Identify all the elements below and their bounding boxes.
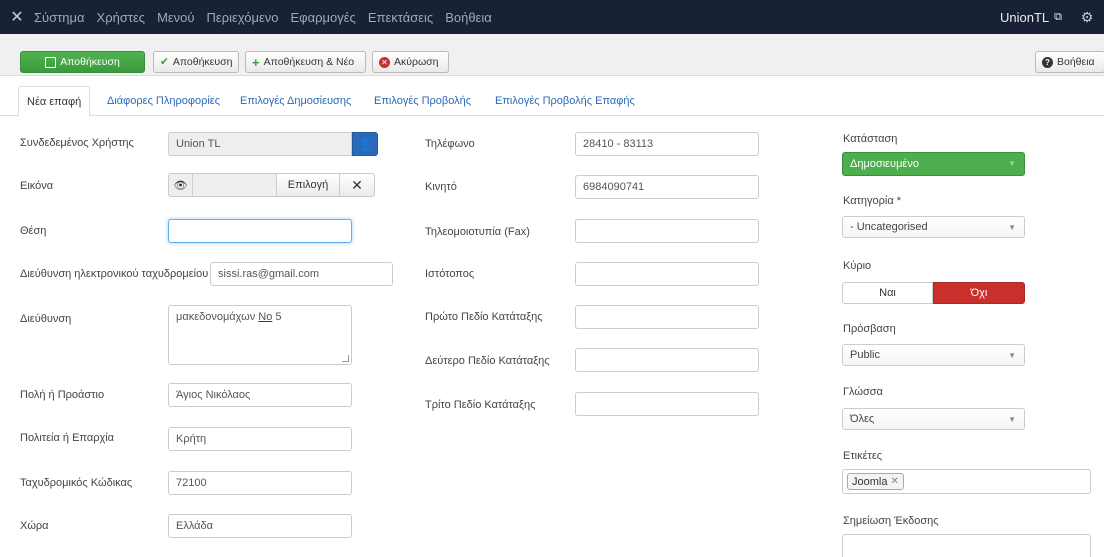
resize-handle[interactable]: [342, 355, 349, 362]
version-note-label: Σημείωση Έκδοσης: [843, 515, 939, 527]
language-label: Γλώσσα: [843, 386, 883, 398]
sort3-field[interactable]: [575, 392, 759, 416]
cancel-icon: ✕: [379, 56, 390, 68]
save-close-button[interactable]: ✔ Αποθήκευση: [153, 51, 239, 73]
site-link[interactable]: UnionTL ⧉: [1000, 10, 1062, 25]
suburb-label: Πολή ή Προάστιο: [20, 389, 105, 401]
language-select[interactable]: Όλες ▼: [842, 408, 1025, 430]
country-field[interactable]: Ελλάδα: [168, 514, 352, 538]
menu-content[interactable]: Περιεχόμενο: [207, 10, 279, 25]
state-label: Πολιτεία ή Επαρχία: [20, 432, 115, 444]
main-menu: Σύστημα Χρήστες Μενού Περιεχόμενο Εφαρμο…: [34, 0, 504, 34]
suburb-field[interactable]: Άγιος Νικόλαος: [168, 383, 352, 407]
chevron-down-icon: ▼: [1008, 159, 1016, 168]
linked-user-label: Συνδεδεμένος Χρήστης: [20, 137, 134, 149]
tab-display[interactable]: Επιλογές Προβολής: [366, 86, 479, 116]
country-label: Χώρα: [20, 520, 49, 532]
sort1-field[interactable]: [575, 305, 759, 329]
sort3-label: Τρίτο Πεδίο Κατάταξης: [425, 399, 536, 411]
image-field[interactable]: [192, 173, 277, 197]
sort2-label: Δεύτερο Πεδίο Κατάταξης: [425, 355, 550, 367]
phone-label: Τηλέφωνο: [425, 138, 475, 150]
address-textarea[interactable]: μακεδονομάχων No 5: [168, 305, 352, 365]
remove-tag-icon[interactable]: ✕: [890, 476, 898, 487]
tab-publishing[interactable]: Επιλογές Δημοσίευσης: [232, 86, 359, 116]
external-link-icon: ⧉: [1054, 10, 1062, 23]
tab-new-contact[interactable]: Νέα επαφή: [18, 86, 91, 117]
tags-label: Ετικέτες: [843, 450, 883, 462]
position-label: Θέση: [20, 225, 47, 237]
position-field[interactable]: [168, 219, 352, 243]
address-label: Διεύθυνση: [20, 313, 72, 325]
chevron-down-icon: ▼: [1008, 223, 1016, 232]
joomla-logo-icon[interactable]: ✕: [0, 0, 34, 34]
gear-icon[interactable]: ⚙: [1076, 0, 1098, 34]
edit-icon: [45, 56, 57, 68]
sort2-field[interactable]: [575, 348, 759, 372]
fax-field[interactable]: [575, 219, 759, 243]
phone-field[interactable]: 28410 - 83113: [575, 132, 759, 156]
image-label: Εικόνα: [20, 180, 54, 192]
website-label: Ιστότοπος: [425, 268, 475, 280]
menu-help[interactable]: Βοήθεια: [445, 10, 492, 25]
image-select-button[interactable]: Επιλογή: [276, 173, 340, 197]
linked-user-field[interactable]: Union TL: [168, 132, 352, 156]
featured-toggle: Ναι Όχι: [842, 282, 1025, 304]
chevron-down-icon: ▼: [1008, 415, 1016, 424]
help-button[interactable]: ? Βοήθεια: [1035, 51, 1104, 73]
user-icon[interactable]: 👤: [352, 132, 378, 156]
cancel-button[interactable]: ✕ Ακύρωση: [372, 51, 449, 73]
plus-icon: +: [252, 54, 260, 70]
access-label: Πρόσβαση: [843, 323, 896, 335]
mobile-label: Κινητό: [425, 181, 457, 193]
admin-navbar: ✕ Σύστημα Χρήστες Μενού Περιεχόμενο Εφαρ…: [0, 0, 1104, 34]
clear-icon[interactable]: ✕: [339, 173, 375, 197]
category-select[interactable]: - Uncategorised ▼: [842, 216, 1025, 238]
check-icon: ✔: [160, 56, 169, 68]
featured-label: Κύριο: [843, 260, 872, 272]
status-label: Κατάσταση: [843, 133, 898, 145]
site-name: UnionTL: [1000, 9, 1050, 25]
postcode-field[interactable]: 72100: [168, 471, 352, 495]
tag-chip: Joomla ✕: [847, 473, 904, 490]
menu-extensions[interactable]: Επεκτάσεις: [368, 10, 433, 25]
mobile-field[interactable]: 6984090741: [575, 175, 759, 199]
category-label: Κατηγορία *: [843, 195, 902, 207]
menu-menus[interactable]: Μενού: [157, 10, 194, 25]
website-field[interactable]: [575, 262, 759, 286]
featured-yes-button[interactable]: Ναι: [842, 282, 933, 304]
state-field[interactable]: Κρήτη: [168, 427, 352, 451]
eye-icon[interactable]: 👁: [168, 173, 193, 197]
save-new-button[interactable]: + Αποθήκευση & Νέο: [245, 51, 366, 73]
tab-misc-info[interactable]: Διάφορες Πληροφορίες: [99, 86, 228, 116]
tags-input[interactable]: Joomla ✕: [842, 469, 1091, 494]
sort1-label: Πρώτο Πεδίο Κατάταξης: [425, 311, 543, 323]
menu-system[interactable]: Σύστημα: [34, 10, 85, 25]
fax-label: Τηλεομοιοτυπία (Fax): [425, 226, 530, 238]
email-field[interactable]: sissi.ras@gmail.com: [210, 262, 393, 286]
tab-form[interactable]: Επιλογές Προβολής Επαφής: [487, 86, 643, 116]
access-select[interactable]: Public ▼: [842, 344, 1025, 366]
version-note-field[interactable]: [842, 534, 1091, 557]
menu-users[interactable]: Χρήστες: [97, 10, 146, 25]
featured-no-button[interactable]: Όχι: [933, 282, 1025, 304]
chevron-down-icon: ▼: [1008, 351, 1016, 360]
question-icon: ?: [1042, 56, 1053, 68]
save-button[interactable]: Αποθήκευση: [20, 51, 145, 73]
menu-components[interactable]: Εφαρμογές: [291, 10, 356, 25]
email-label: Διεύθυνση ηλεκτρονικού ταχυδρομείου: [20, 268, 209, 280]
status-select[interactable]: Δημοσιευμένο ▼: [842, 152, 1025, 176]
postcode-label: Ταχυδρομικός Κώδικας: [20, 477, 133, 489]
